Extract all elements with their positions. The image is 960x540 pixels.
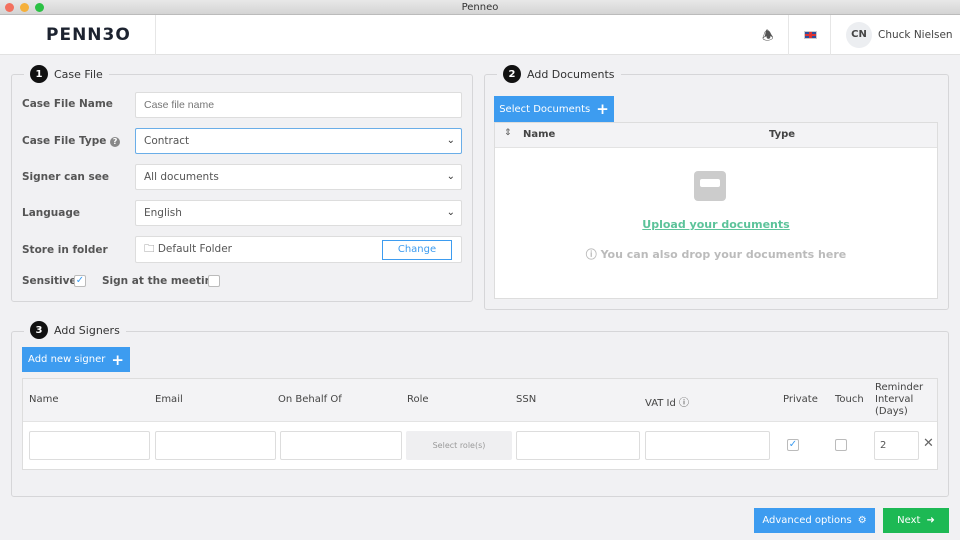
plus-icon: + (596, 100, 609, 118)
gear-icon: ⚙ (857, 515, 867, 526)
signer-on-behalf-of-input[interactable] (280, 431, 402, 460)
private-checkbox[interactable]: ✓ (787, 439, 799, 451)
sensitive-label: Sensitive (22, 275, 77, 287)
column-private: Private (783, 394, 818, 405)
column-role: Role (407, 394, 429, 405)
next-button[interactable]: Next ➜ (883, 508, 949, 533)
signers-legend: 3 Add Signers (24, 321, 126, 339)
inbox-icon (694, 171, 726, 201)
column-type[interactable]: Type (769, 129, 795, 140)
window-title: Penneo (461, 2, 499, 13)
app-header: PENN3O 🕭 CN Chuck Nielsen (0, 15, 960, 55)
section-title: Add Signers (54, 323, 120, 337)
close-window-button[interactable] (5, 3, 14, 12)
user-name[interactable]: Chuck Nielsen (878, 29, 953, 41)
chevron-down-icon: ⌄ (446, 171, 455, 182)
change-folder-button[interactable]: Change (382, 240, 452, 260)
signer-can-see-select[interactable]: All documents ⌄ (135, 164, 462, 190)
drop-hint: ⓘ You can also drop your documents here (585, 248, 847, 261)
column-touch: Touch (835, 394, 864, 405)
store-in-folder-label: Store in folder (22, 244, 108, 256)
case-file-name-input[interactable] (135, 92, 462, 118)
step-number: 2 (503, 65, 521, 83)
uk-flag-icon[interactable] (804, 31, 817, 39)
select-roles-button[interactable]: Select role(s) (406, 431, 512, 460)
reminder-interval-input[interactable]: 2 (874, 431, 919, 460)
step-number: 3 (30, 321, 48, 339)
chevron-down-icon: ⌄ (446, 135, 455, 146)
sign-at-meeting-label: Sign at the meeting (102, 275, 220, 287)
folder-field: 🗀 Default Folder Change (135, 236, 462, 263)
section-title: Case File (54, 67, 103, 81)
add-new-signer-button[interactable]: Add new signer + (22, 347, 130, 372)
folder-icon: 🗀 (144, 243, 155, 255)
case-file-legend: 1 Case File (24, 65, 109, 83)
advanced-options-button[interactable]: Advanced options ⚙ (754, 508, 875, 533)
column-reminder-interval: Reminder Interval (Days) (875, 382, 924, 417)
step-number: 1 (30, 65, 48, 83)
maximize-window-button[interactable] (35, 3, 44, 12)
documents-legend: 2 Add Documents (497, 65, 621, 83)
signer-name-input[interactable] (29, 431, 150, 460)
signer-email-input[interactable] (155, 431, 276, 460)
column-on-behalf-of: On Behalf Of (278, 394, 342, 405)
folder-value: Default Folder (157, 243, 232, 255)
chevron-down-icon: ⌄ (446, 207, 455, 218)
plus-icon: + (111, 350, 124, 369)
sensitive-checkbox[interactable]: ✓ (74, 275, 86, 287)
bell-icon[interactable]: 🕭 (762, 27, 774, 49)
signer-ssn-input[interactable] (516, 431, 640, 460)
column-name: Name (29, 394, 59, 405)
remove-signer-icon[interactable]: ✕ (923, 436, 934, 451)
signer-vat-id-input[interactable] (645, 431, 770, 460)
case-file-type-label: Case File Type ? (22, 135, 121, 147)
minimize-window-button[interactable] (20, 3, 29, 12)
touch-checkbox[interactable] (835, 439, 847, 451)
sign-at-meeting-checkbox[interactable] (208, 275, 220, 287)
help-icon[interactable]: ? (110, 137, 121, 147)
info-icon[interactable]: ⓘ (679, 398, 689, 409)
signer-can-see-label: Signer can see (22, 171, 110, 183)
case-file-name-label: Case File Name (22, 98, 113, 110)
title-bar: Penneo (0, 0, 960, 15)
info-icon: ⓘ (585, 248, 597, 261)
documents-table-header: ⇕ Name Type (495, 123, 937, 148)
language-select[interactable]: English ⌄ (135, 200, 462, 226)
column-email: Email (155, 394, 183, 405)
avatar[interactable]: CN (846, 22, 872, 48)
column-ssn: SSN (516, 394, 537, 405)
column-vat-id: VAT Id ⓘ (645, 398, 690, 409)
select-documents-button[interactable]: Select Documents + (494, 96, 614, 122)
upload-documents-link[interactable]: Upload your documents (495, 218, 937, 231)
section-title: Add Documents (527, 67, 615, 81)
logo[interactable]: PENN3O (46, 25, 131, 45)
language-label: Language (22, 207, 80, 219)
sort-icon[interactable]: ⇕ (504, 128, 512, 138)
case-file-type-select[interactable]: Contract ⌄ (135, 128, 462, 154)
documents-table: ⇕ Name Type Upload your documents ⓘ You … (494, 122, 938, 299)
arrow-right-icon: ➜ (926, 515, 935, 526)
column-name[interactable]: Name (523, 129, 555, 140)
